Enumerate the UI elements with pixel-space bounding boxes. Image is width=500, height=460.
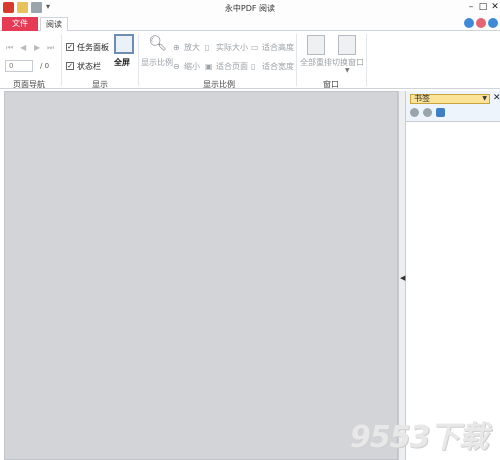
watermark-text: 9553下载 [350,420,488,455]
fit-height-icon[interactable]: ▭ [251,43,260,52]
fit-width-icon[interactable]: ▯ [251,62,260,71]
magnifier-icon[interactable]: 🔍︎ [148,34,167,52]
zoom-in-icon[interactable]: ⊕ [173,43,182,52]
group-label-window: 窗口 [323,80,339,89]
tab-read[interactable]: 阅读 [40,17,68,32]
quick-access-dropdown[interactable]: ▾ [46,2,50,11]
fullscreen-button[interactable]: 全屏 [114,57,130,68]
watermark-logo: 9553下载 [350,420,496,456]
task-pane: 书签 ▼ ✕ [406,91,500,460]
actual-size-icon[interactable]: ▯ [205,43,214,52]
tab-file[interactable]: 文件 [2,17,38,31]
ribbon: ⏮ ◀ ▶ ⏭ 0 / 0 页面导航 ✓ 任务面板 ✓ 状态栏 全屏 显示 🔍︎… [0,31,500,89]
divider [296,34,297,86]
fullscreen-icon[interactable] [114,34,134,54]
zoom-in-button[interactable]: 放大 [184,42,200,53]
last-page-icon[interactable]: ⏭ [47,43,56,52]
rearrange-icon[interactable] [307,35,325,55]
skin-icon[interactable] [476,18,486,28]
zoom-out-icon[interactable]: ⊖ [173,62,182,71]
chevron-down-icon[interactable]: ▼ [345,67,350,74]
window-title: 永中PDF 阅读 [224,4,276,13]
pane-splitter[interactable]: ◀ [398,91,406,460]
panel-selector-label: 书签 [414,94,430,103]
statusbar-checkbox[interactable]: ✓ [66,62,74,70]
bookmark-goto-icon[interactable] [436,108,445,117]
expand-bookmark-icon[interactable] [410,108,419,117]
collapse-arrow-icon[interactable]: ◀ [400,274,405,282]
page-total: / 0 [40,62,50,70]
app-icon[interactable] [3,2,14,13]
rearrange-button[interactable]: 全部重排 [300,57,332,68]
taskpane-label: 任务面板 [77,43,109,52]
bookmark-list[interactable] [406,121,500,460]
document-view[interactable] [4,91,398,460]
prev-page-icon[interactable]: ◀ [20,43,29,52]
close-button[interactable]: ✕ [489,2,500,12]
maximize-button[interactable]: □ [477,2,489,12]
collapse-bookmark-icon[interactable] [423,108,432,117]
actual-size-button[interactable]: 实际大小 [216,42,248,53]
fit-page-icon[interactable]: ▣ [205,62,214,71]
minimize-button[interactable]: – [465,2,477,12]
divider [366,34,367,86]
switch-window-icon[interactable] [338,35,356,55]
zoom-out-button[interactable]: 缩小 [184,61,200,72]
statusbar-label: 状态栏 [77,62,101,71]
fit-page-button[interactable]: 适合页面 [216,61,248,72]
print-icon[interactable] [31,2,42,13]
fit-height-button[interactable]: 适合高度 [262,42,294,53]
fit-width-button[interactable]: 适合宽度 [262,61,294,72]
panel-close-button[interactable]: ✕ [493,93,500,103]
help-icon[interactable] [488,18,498,28]
open-folder-icon[interactable] [17,2,28,13]
back-circle-icon[interactable] [464,18,474,28]
show-ratio-button[interactable]: 显示比例 [141,57,173,68]
divider [138,34,139,86]
ribbon-tab-row: 文件 阅读 [0,16,500,32]
group-label-nav: 页面导航 [13,80,45,89]
next-page-icon[interactable]: ▶ [34,43,43,52]
page-number-input[interactable]: 0 [5,60,33,72]
group-label-zoom: 显示比例 [203,80,235,89]
panel-selector[interactable]: 书签 ▼ [410,94,490,104]
divider [61,34,62,86]
group-label-display: 显示 [92,80,108,89]
first-page-icon[interactable]: ⏮ [6,43,15,52]
title-bar: ▾ 永中PDF 阅读 – □ ✕ [0,0,500,16]
chevron-down-icon: ▼ [482,95,487,102]
taskpane-checkbox[interactable]: ✓ [66,43,74,51]
